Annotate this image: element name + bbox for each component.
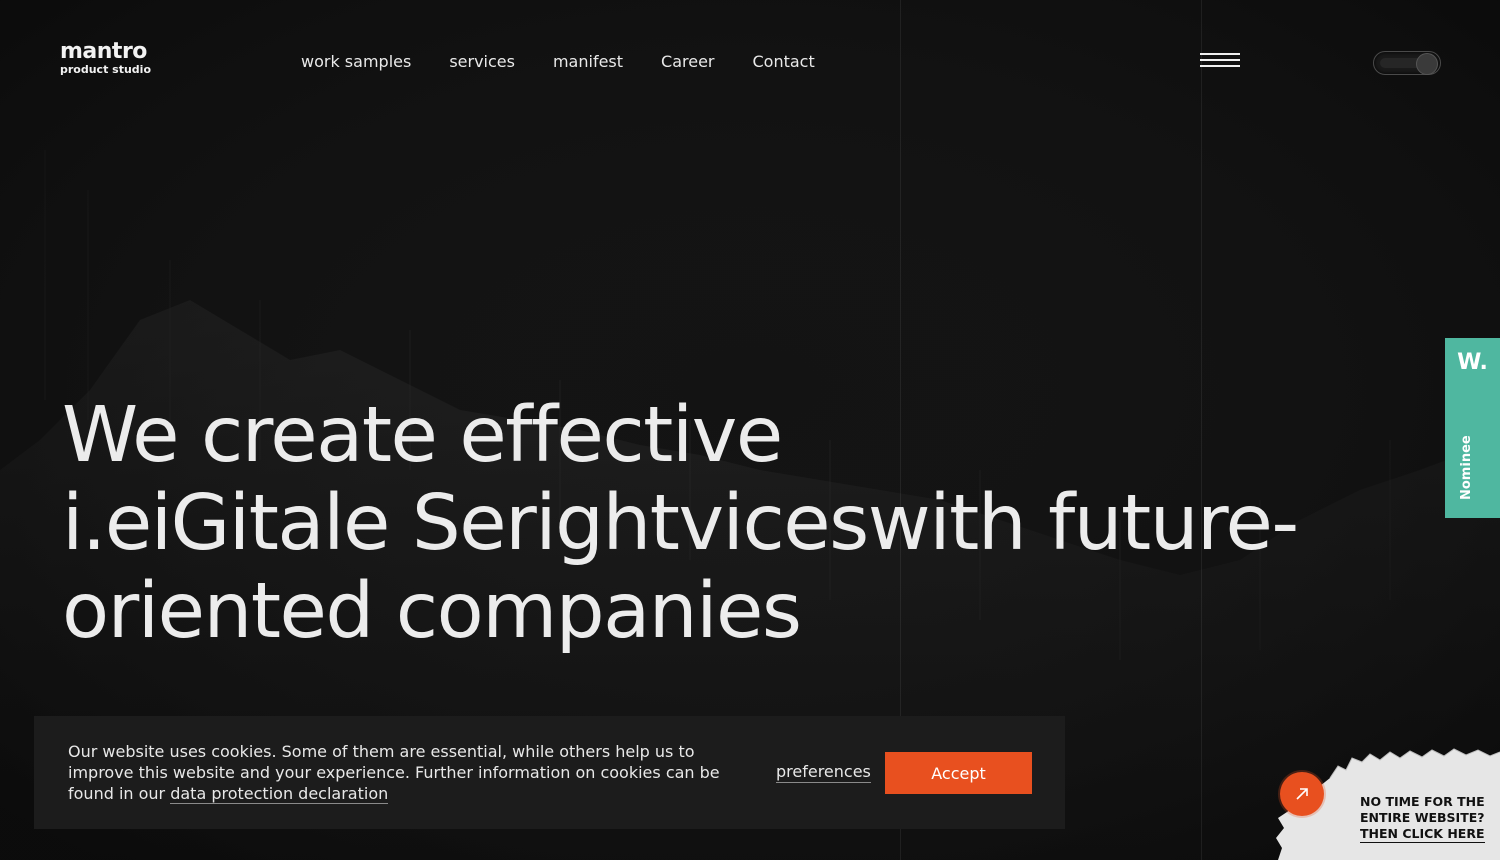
nav-item-work-samples[interactable]: work samples	[301, 52, 411, 71]
data-protection-link[interactable]: data protection declaration	[170, 784, 389, 804]
nav-item-manifest[interactable]: manifest	[553, 52, 623, 71]
hero-headline: We create effective i.eiGitale Serightvi…	[62, 392, 1362, 656]
logo-tagline: product studio	[60, 63, 152, 76]
nav-item-contact[interactable]: Contact	[753, 52, 815, 71]
nav-item-services[interactable]: services	[449, 52, 515, 71]
cookie-message-text: Our website uses cookies. Some of them a…	[68, 742, 720, 803]
cookie-banner: Our website uses cookies. Some of them a…	[34, 716, 1065, 829]
menu-bar	[1200, 59, 1240, 61]
accept-cookies-button[interactable]: Accept	[885, 752, 1032, 794]
hero-line: We create effective	[62, 391, 783, 480]
shortcut-text: NO TIME FOR THE ENTIRE WEBSITE? THEN CLI…	[1360, 794, 1485, 843]
site-logo[interactable]: mantro product studio	[60, 39, 152, 76]
shortcut-line: NO TIME FOR THE	[1360, 794, 1485, 809]
awwwards-logo-icon: W.	[1457, 350, 1488, 375]
preferences-link[interactable]: preferences	[776, 762, 871, 783]
cookie-message: Our website uses cookies. Some of them a…	[68, 741, 728, 804]
award-nominee-badge[interactable]: W. Nominee	[1445, 338, 1500, 518]
main-nav: work samples services manifest Career Co…	[301, 52, 853, 71]
logo-wordmark: mantro	[60, 39, 147, 64]
hamburger-menu-icon[interactable]	[1200, 53, 1240, 71]
menu-bar	[1200, 65, 1240, 67]
hero-line: i.eiGitale Serightviceswith future-	[62, 479, 1299, 568]
dark-mode-toggle[interactable]	[1373, 51, 1441, 75]
badge-label: Nominee	[1459, 435, 1474, 500]
shortcut-click-link[interactable]: THEN CLICK HERE	[1360, 826, 1485, 843]
arrow-up-right-icon	[1296, 788, 1308, 800]
shortcut-button[interactable]	[1280, 772, 1324, 816]
shortcut-line: ENTIRE WEBSITE?	[1360, 810, 1485, 825]
nav-item-career[interactable]: Career	[661, 52, 714, 71]
hero-line: oriented companies	[62, 567, 802, 656]
toggle-knob	[1416, 53, 1438, 75]
menu-bar	[1200, 53, 1240, 55]
